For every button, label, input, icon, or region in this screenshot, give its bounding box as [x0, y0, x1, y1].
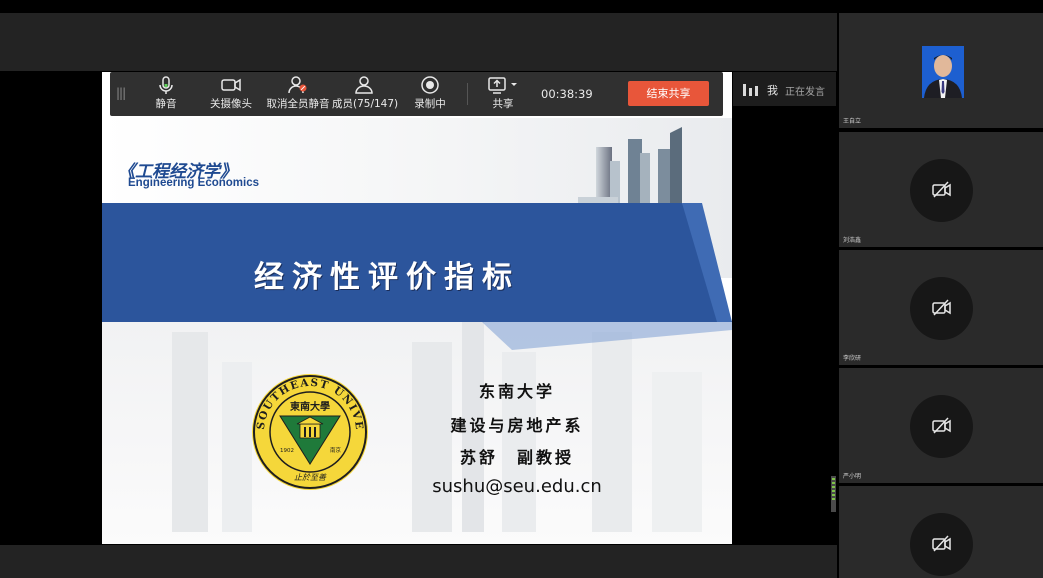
participant-tile[interactable]: 严小明: [839, 368, 1043, 483]
share-button[interactable]: 共享: [485, 75, 521, 111]
speaker-name: 我: [767, 84, 778, 97]
participant-tile[interactable]: 李欣研: [839, 250, 1043, 365]
camera-off-avatar: [910, 277, 973, 340]
camera-off-icon: [932, 299, 951, 316]
camera-label: 关摄像头: [210, 98, 252, 110]
bottom-bar: [0, 545, 837, 578]
participant-name: 李欣研: [843, 355, 862, 362]
volume-meter: [831, 476, 836, 512]
speaking-status: 正在发言: [785, 87, 825, 98]
camera-off-avatar: [910, 513, 973, 576]
drag-handle-icon[interactable]: |||: [116, 86, 126, 100]
camera-off-avatar: [910, 159, 973, 222]
participant-tile[interactable]: 刘浩鑫: [839, 132, 1043, 247]
chevron-down-icon: [511, 83, 517, 86]
top-bar: [0, 13, 837, 71]
participant-photo: [922, 46, 964, 98]
members-icon: [355, 76, 373, 94]
recording-label: 录制中: [414, 98, 446, 110]
meeting-window: 《工程经济学》 Engineering Economics 经济性评价指标 SO…: [0, 0, 1043, 578]
slide-main-title: 经济性评价指标: [254, 260, 520, 295]
svg-text:南京: 南京: [330, 446, 342, 454]
participant-tile[interactable]: 王自立: [839, 13, 1043, 128]
participant-tile[interactable]: [839, 486, 1043, 578]
meeting-timer: 00:38:39: [541, 87, 593, 101]
university-name: 东南大学: [478, 382, 555, 401]
department-name: 建设与房地产系: [450, 416, 584, 435]
share-icon: [488, 77, 517, 94]
members-label: 成员(75/147): [332, 98, 399, 110]
participant-name: 王自立: [843, 118, 862, 125]
camera-off-icon: [932, 181, 951, 198]
toolbar-divider: [467, 83, 468, 105]
speaking-indicator: 我 正在发言: [733, 72, 836, 106]
shared-slide: 《工程经济学》 Engineering Economics 经济性评价指标 SO…: [102, 72, 732, 544]
record-icon: [421, 76, 439, 94]
svg-text:1902: 1902: [280, 448, 294, 454]
share-label: 共享: [492, 98, 514, 110]
svg-text:止於至善: 止於至善: [294, 473, 327, 482]
unmute-all-icon: [288, 76, 307, 94]
unmute-all-button[interactable]: 取消全员静音: [265, 75, 331, 111]
camera-icon: [221, 78, 241, 92]
svg-text:東南大學: 東南大學: [290, 400, 330, 413]
participant-name: 刘浩鑫: [843, 237, 862, 244]
recording-button[interactable]: 录制中: [412, 75, 448, 111]
meeting-toolbar: ||| 静音 关摄像头 取消全员静音 成员(75/147) 录制中 共享 00:…: [110, 72, 723, 116]
camera-off-button[interactable]: 关摄像头: [208, 75, 254, 111]
southeast-university-logo: SOUTHEAST UNIVERSITY 東南大學 1902 南京 止於至善: [250, 372, 368, 490]
camera-off-avatar: [910, 395, 973, 458]
end-share-button[interactable]: 结束共享: [628, 81, 709, 106]
microphone-icon: [159, 76, 173, 94]
mute-label: 静音: [155, 98, 177, 110]
title-banner: [102, 203, 732, 350]
unmute-all-label: 取消全员静音: [266, 98, 330, 110]
camera-off-icon: [932, 417, 951, 434]
audio-level-icon: [743, 84, 758, 96]
participant-name: 严小明: [843, 473, 862, 480]
camera-off-icon: [932, 535, 951, 552]
author-email: sushu@seu.edu.cn: [432, 476, 602, 497]
participants-panel: 王自立 刘浩鑫 李欣研 严小明: [837, 13, 1043, 578]
author-name: 苏舒 副教授: [459, 448, 574, 467]
mute-button[interactable]: 静音: [150, 75, 182, 111]
members-button[interactable]: 成员(75/147): [332, 75, 399, 111]
